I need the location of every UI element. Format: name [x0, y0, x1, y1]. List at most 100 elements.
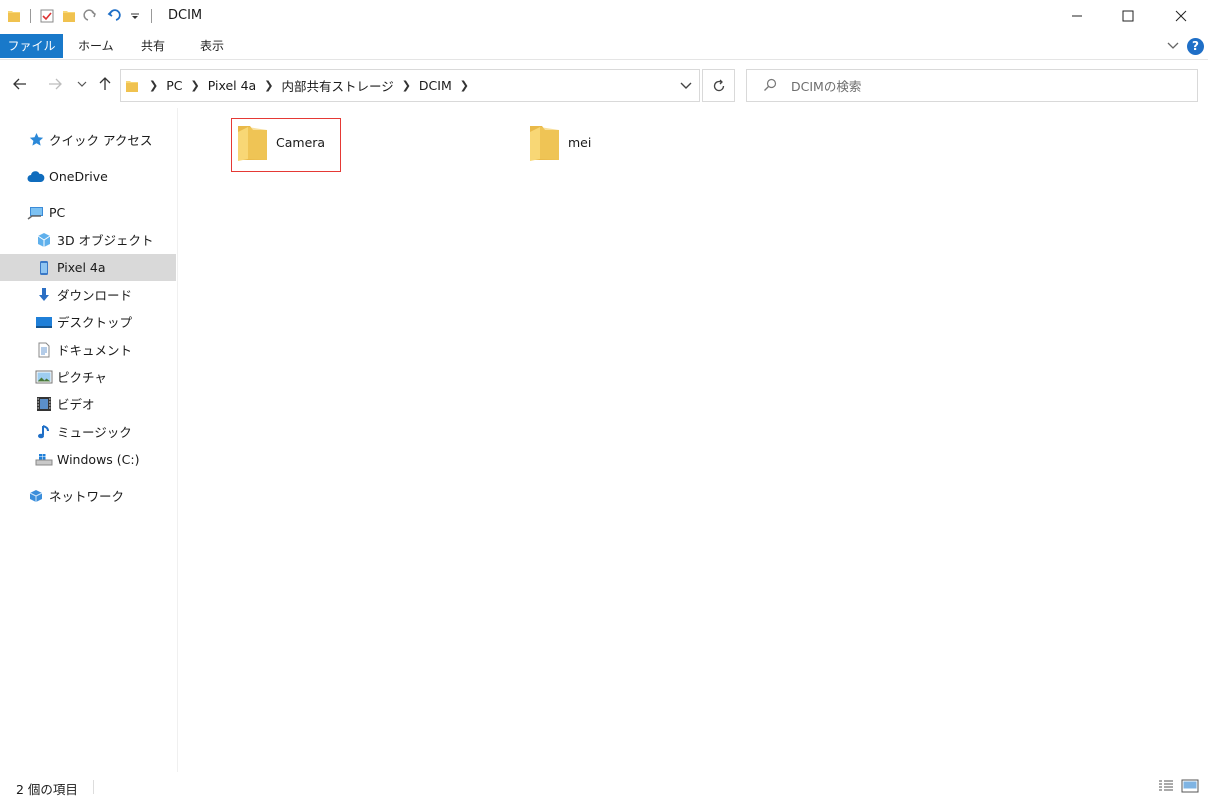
- quick-access-toolbar: [6, 6, 154, 26]
- folder-camera[interactable]: Camera: [231, 118, 341, 172]
- nav-item-videos[interactable]: ビデオ: [0, 390, 176, 417]
- nav-item-pixel-4a[interactable]: Pixel 4a: [0, 254, 176, 281]
- nav-item-label: Windows (C:): [57, 452, 140, 467]
- nav-item-downloads[interactable]: ダウンロード: [0, 281, 176, 308]
- nav-item-pictures[interactable]: ピクチャ: [0, 363, 176, 390]
- folder-mei[interactable]: mei: [523, 118, 633, 172]
- help-icon[interactable]: ?: [1187, 38, 1204, 55]
- qat-separator: [30, 9, 31, 23]
- nav-item-label: ネットワーク: [49, 489, 125, 504]
- pc-icon: [27, 204, 45, 222]
- nav-item-label: OneDrive: [49, 169, 108, 184]
- nav-item-label: ダウンロード: [57, 288, 133, 303]
- crumb-separator-icon[interactable]: ❯: [260, 79, 277, 92]
- breadcrumb: ❯ PC ❯ Pixel 4a ❯ 内部共有ストレージ ❯ DCIM ❯: [121, 70, 473, 101]
- nav-item-documents[interactable]: ドキュメント: [0, 336, 176, 363]
- desktop-icon: [35, 313, 53, 331]
- nav-item-label: ミュージック: [57, 425, 132, 440]
- ribbon-tabs: ファイル ホーム 共有 表示 ?: [0, 32, 1208, 60]
- recent-locations-button[interactable]: [71, 73, 93, 95]
- folder-name: Camera: [276, 135, 326, 150]
- large-icons-view-icon: [1181, 779, 1199, 793]
- status-bar: 2 個の項目: [0, 772, 1208, 800]
- chevron-down-icon: [77, 81, 87, 87]
- folder-icon: [236, 123, 270, 166]
- folder-app-icon: [6, 8, 22, 24]
- tab-home[interactable]: ホーム: [66, 34, 126, 58]
- nav-item-music[interactable]: ミュージック: [0, 418, 176, 445]
- up-button[interactable]: [94, 73, 116, 95]
- nav-item-pc[interactable]: PC: [0, 199, 176, 226]
- address-folder-icon: [125, 79, 139, 93]
- navigation-pane: クイック アクセス OneDrive PC 3D オブジェクト Pixel 4a…: [0, 108, 178, 772]
- refresh-button[interactable]: [702, 69, 735, 102]
- crumb-separator-icon[interactable]: ❯: [398, 79, 415, 92]
- tab-file[interactable]: ファイル: [0, 34, 63, 58]
- tab-view[interactable]: 表示: [188, 34, 236, 58]
- search-icon: [763, 78, 777, 95]
- minimize-button[interactable]: [1050, 0, 1104, 32]
- address-dropdown-icon[interactable]: [679, 78, 693, 95]
- forward-button[interactable]: [44, 73, 66, 95]
- expand-ribbon-icon[interactable]: [1166, 38, 1180, 55]
- nav-item-label: Pixel 4a: [57, 260, 106, 275]
- large-icons-view-button[interactable]: [1181, 778, 1199, 794]
- window-title: DCIM: [168, 8, 203, 23]
- nav-item-label: ドキュメント: [57, 343, 133, 358]
- nav-item-label: ビデオ: [57, 397, 95, 412]
- nav-item-onedrive[interactable]: OneDrive: [0, 163, 176, 190]
- crumb-separator-icon[interactable]: ❯: [145, 79, 162, 92]
- nav-item-quick-access[interactable]: クイック アクセス: [0, 126, 176, 153]
- picture-icon: [35, 368, 53, 386]
- nav-item-label: 3D オブジェクト: [57, 233, 154, 248]
- customize-toolbar-icon[interactable]: [127, 8, 143, 24]
- crumb-pc[interactable]: PC: [162, 78, 186, 93]
- properties-icon[interactable]: [39, 8, 55, 24]
- cloud-icon: [27, 168, 45, 186]
- nav-item-windows-drive[interactable]: Windows (C:): [0, 446, 176, 473]
- nav-item-label: ピクチャ: [57, 370, 107, 385]
- nav-item-label: PC: [49, 205, 66, 220]
- folder-icon: [528, 123, 562, 166]
- back-button[interactable]: [9, 73, 31, 95]
- search-box[interactable]: [746, 69, 1198, 102]
- tab-share[interactable]: 共有: [129, 34, 177, 58]
- undo-icon[interactable]: [105, 8, 121, 24]
- qat-separator: [151, 9, 152, 23]
- refresh-icon: [713, 79, 724, 91]
- up-arrow-icon: [99, 77, 111, 90]
- crumb-pixel-4a[interactable]: Pixel 4a: [204, 78, 261, 93]
- address-bar[interactable]: ❯ PC ❯ Pixel 4a ❯ 内部共有ストレージ ❯ DCIM ❯: [120, 69, 700, 102]
- crumb-dcim[interactable]: DCIM: [415, 78, 456, 93]
- crumb-separator-icon[interactable]: ❯: [456, 79, 473, 92]
- network-icon: [27, 487, 45, 505]
- star-icon: [27, 131, 45, 149]
- crumb-internal-storage[interactable]: 内部共有ストレージ: [277, 76, 397, 95]
- phone-icon: [35, 259, 53, 277]
- status-separator: [93, 780, 94, 794]
- item-count: 2 個の項目: [16, 782, 78, 797]
- search-input[interactable]: [791, 77, 1171, 95]
- nav-item-desktop[interactable]: デスクトップ: [0, 308, 176, 335]
- nav-item-label: クイック アクセス: [49, 133, 153, 148]
- redo-icon[interactable]: [83, 8, 99, 24]
- drive-icon: [35, 451, 53, 469]
- close-icon: [1175, 10, 1187, 22]
- details-view-icon: [1159, 780, 1173, 791]
- file-list: Camera mei: [180, 108, 1208, 772]
- title-bar: DCIM: [0, 0, 1208, 32]
- cube-icon: [35, 231, 53, 249]
- details-view-button[interactable]: [1157, 778, 1175, 794]
- maximize-button[interactable]: [1101, 0, 1155, 32]
- folder-name: mei: [568, 135, 592, 150]
- minimize-icon: [1072, 15, 1082, 17]
- new-folder-icon[interactable]: [61, 8, 77, 24]
- nav-item-network[interactable]: ネットワーク: [0, 482, 176, 509]
- close-button[interactable]: [1154, 0, 1208, 32]
- crumb-separator-icon[interactable]: ❯: [187, 79, 204, 92]
- back-arrow-icon: [13, 78, 26, 90]
- nav-item-3d-objects[interactable]: 3D オブジェクト: [0, 226, 176, 253]
- nav-item-label: デスクトップ: [57, 315, 133, 330]
- navigation-bar: ❯ PC ❯ Pixel 4a ❯ 内部共有ストレージ ❯ DCIM ❯: [0, 61, 1208, 107]
- forward-arrow-icon: [49, 78, 62, 90]
